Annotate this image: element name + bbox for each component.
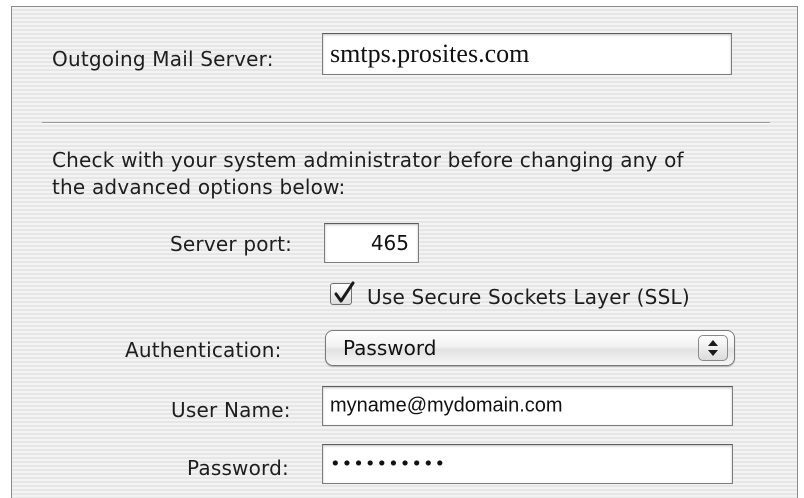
user-name-value: myname@mydomain.com	[330, 394, 563, 417]
outgoing-server-field[interactable]: smtps.prosites.com	[322, 33, 732, 75]
user-name-label: User Name:	[171, 398, 291, 422]
server-port-field[interactable]: 465	[324, 223, 419, 263]
checkmark-icon	[334, 281, 355, 303]
authentication-value: Password	[343, 336, 437, 360]
password-field[interactable]: ••••••••••	[322, 444, 733, 484]
authentication-label: Authentication:	[125, 338, 282, 362]
ssl-label[interactable]: Use Secure Sockets Layer (SSL)	[367, 285, 690, 309]
server-port-label: Server port:	[170, 232, 293, 256]
authentication-popup[interactable]: Password	[325, 330, 735, 366]
ssl-checkbox[interactable]	[330, 281, 355, 305]
up-down-arrows-icon	[698, 335, 728, 361]
outgoing-server-value: smtps.prosites.com	[330, 39, 530, 68]
outgoing-server-label: Outgoing Mail Server:	[52, 47, 274, 71]
password-label: Password:	[187, 456, 289, 480]
server-port-value: 465	[370, 231, 409, 255]
password-value: ••••••••••	[330, 453, 447, 475]
section-divider	[42, 122, 770, 124]
user-name-field[interactable]: myname@mydomain.com	[322, 386, 733, 426]
advanced-notice-line-1: Check with your system administrator bef…	[52, 148, 684, 172]
advanced-notice-line-2: the advanced options below:	[52, 175, 346, 199]
